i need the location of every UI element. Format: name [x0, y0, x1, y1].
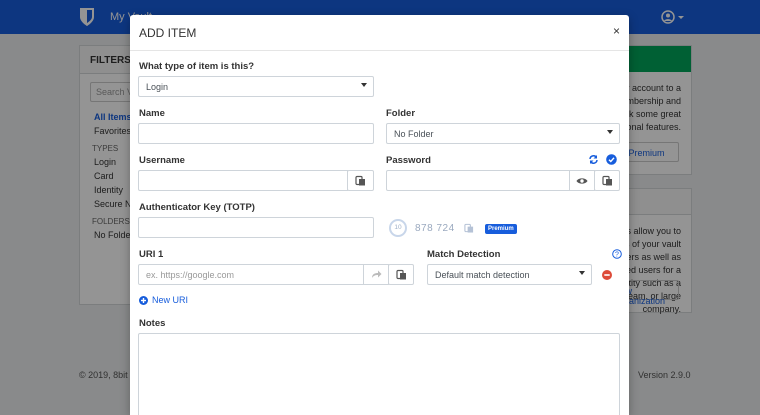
match-detection-value: Default match detection [435, 270, 530, 280]
item-type-value: Login [146, 82, 169, 92]
share-arrow-icon [371, 270, 381, 278]
toggle-password-visibility-button[interactable] [569, 170, 595, 191]
password-label: Password [386, 155, 431, 166]
chevron-down-icon [579, 271, 585, 275]
notes-label: Notes [139, 318, 166, 329]
clipboard-icon [355, 175, 365, 186]
generate-password-icon[interactable] [588, 154, 599, 165]
totp-input[interactable] [138, 217, 374, 238]
copy-username-button[interactable] [347, 170, 374, 191]
add-item-dialog: ADD ITEM × What type of item is this? Lo… [130, 15, 629, 415]
item-type-label: What type of item is this? [139, 61, 255, 72]
uri-input[interactable]: ex. https://google.com [138, 264, 364, 285]
remove-uri-icon[interactable] [602, 270, 612, 280]
copy-password-button[interactable] [594, 170, 620, 191]
new-uri-label: New URI [152, 295, 189, 305]
uri-label: URI 1 [139, 249, 164, 260]
question-circle-icon[interactable]: ? [612, 249, 622, 259]
check-password-icon[interactable] [606, 154, 617, 165]
notes-textarea[interactable] [138, 333, 620, 415]
modal-title: ADD ITEM [139, 26, 197, 40]
name-input[interactable] [138, 123, 374, 144]
username-input[interactable] [138, 170, 348, 191]
copy-uri-button[interactable] [388, 264, 414, 285]
svg-text:?: ? [615, 252, 619, 259]
folder-value: No Folder [394, 129, 434, 139]
clipboard-icon [601, 175, 612, 186]
copy-totp-icon[interactable] [464, 223, 474, 233]
eye-icon [576, 177, 588, 184]
premium-badge: Premium [485, 224, 517, 234]
new-uri-button[interactable]: New URI [139, 295, 188, 305]
password-input[interactable] [386, 170, 570, 191]
totp-countdown: 10 [389, 219, 407, 237]
totp-label: Authenticator Key (TOTP) [139, 202, 255, 213]
clipboard-icon [395, 269, 406, 280]
chevron-down-icon [361, 83, 367, 87]
folder-select[interactable]: No Folder [386, 123, 620, 144]
folder-label: Folder [386, 108, 416, 119]
plus-circle-icon [139, 295, 148, 305]
item-type-select[interactable]: Login [138, 76, 374, 97]
totp-code: 878 724 [415, 223, 455, 234]
username-label: Username [139, 155, 185, 166]
chevron-down-icon [607, 130, 613, 134]
match-detection-select[interactable]: Default match detection [427, 264, 592, 285]
close-button[interactable]: × [613, 24, 620, 38]
name-label: Name [139, 108, 165, 119]
match-detection-label: Match Detection [427, 249, 501, 260]
launch-uri-button[interactable] [363, 264, 389, 285]
modal-header: ADD ITEM × [130, 15, 629, 51]
